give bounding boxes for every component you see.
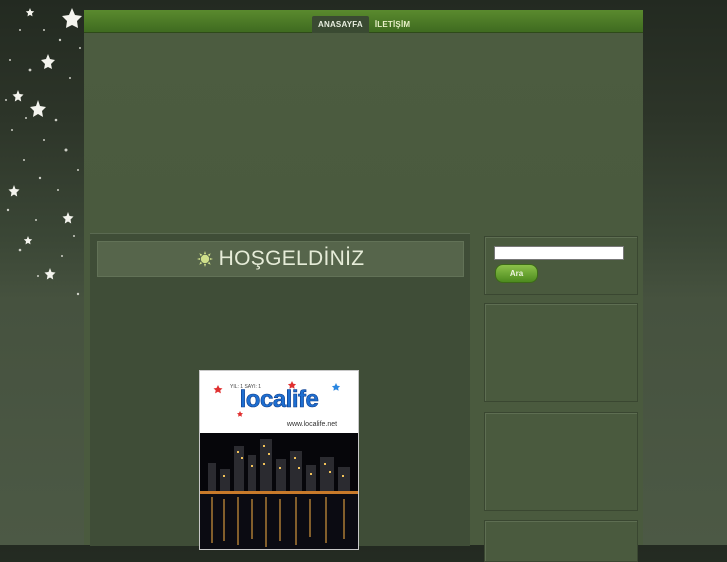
sun-icon — [196, 251, 213, 267]
main-content: HOŞGELDİNİZ YIL: 1 SAYI: 1 localife www.… — [90, 233, 470, 550]
star-icon — [62, 212, 74, 224]
localife-banner[interactable]: YIL: 1 SAYI: 1 localife www.localife.net — [199, 370, 359, 550]
search-button[interactable]: Ara — [495, 264, 538, 283]
nav-item-iletisim[interactable]: İLETİŞİM — [369, 16, 416, 33]
header-area — [84, 33, 643, 228]
banner-url: www.localife.net — [286, 421, 337, 428]
star-icon — [62, 8, 82, 28]
main-nav: ANASAYFA İLETİŞİM — [312, 16, 416, 33]
page-container: ANASAYFA İLETİŞİM HOŞGELDİNİZ YIL: 1 SAY… — [84, 10, 643, 562]
sidebar-block-1 — [484, 303, 638, 402]
content-title-bar: HOŞGELDİNİZ — [97, 241, 464, 277]
star-icon — [23, 236, 33, 245]
star-icon — [30, 100, 46, 117]
search-box: Ara — [484, 236, 638, 295]
banner-image: YIL: 1 SAYI: 1 localife www.localife.net — [200, 371, 358, 549]
star-icon — [12, 90, 24, 102]
stars-decoration — [5, 8, 82, 296]
star-icon — [41, 54, 55, 69]
star-icon — [44, 268, 56, 280]
nav-item-anasayfa[interactable]: ANASAYFA — [312, 16, 369, 33]
sidebar-block-3 — [484, 520, 638, 562]
page-title: HOŞGELDİNİZ — [218, 247, 365, 270]
banner-brand: localife — [240, 386, 319, 413]
star-icon — [25, 8, 35, 17]
star-icon — [8, 185, 20, 197]
top-navigation-bar: ANASAYFA İLETİŞİM — [84, 10, 643, 33]
sidebar-block-2 — [484, 412, 638, 511]
search-input[interactable] — [494, 246, 624, 260]
